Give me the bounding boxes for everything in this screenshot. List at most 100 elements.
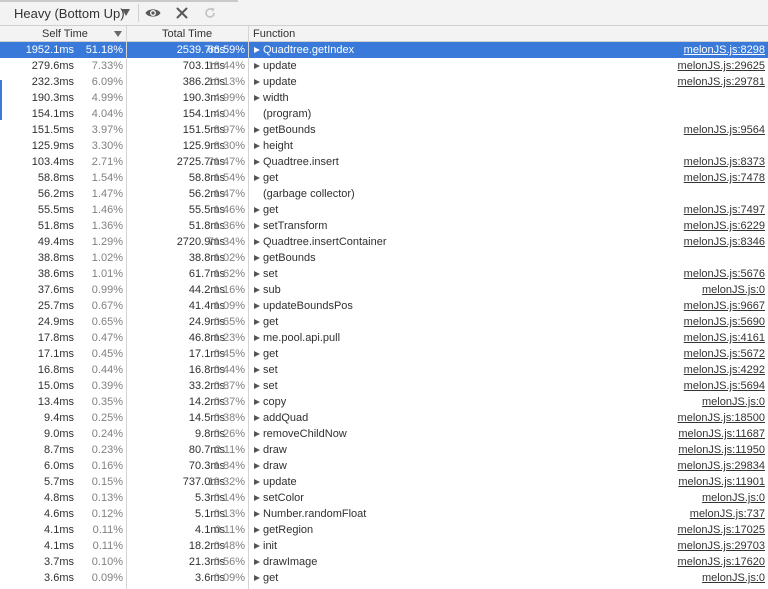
table-row[interactable]: 9.0ms 0.24% 9.8ms 0.26% removeChildNow melonJ… <box>0 426 768 442</box>
table-row[interactable]: 17.1ms 0.45% 17.1ms 0.45% get melonJS.js:5672 <box>0 346 768 362</box>
table-row[interactable]: 13.4ms 0.35% 14.2ms 0.37% copy melonJS.js:0 <box>0 394 768 410</box>
expand-triangle-icon[interactable] <box>254 575 260 581</box>
expand-triangle-icon[interactable] <box>254 63 260 69</box>
table-row[interactable]: 55.5ms 1.46% 55.5ms 1.46% get melonJS.js:7497 <box>0 202 768 218</box>
table-row[interactable]: 58.8ms 1.54% 58.8ms 1.54% get melonJS.js:7478 <box>0 170 768 186</box>
expand-triangle-icon[interactable] <box>254 511 260 517</box>
table-row[interactable]: 8.7ms 0.23% 80.7ms 2.11% draw melonJS.js:1195… <box>0 442 768 458</box>
source-link[interactable]: melonJS.js:29703 <box>678 538 765 554</box>
expand-triangle-icon[interactable] <box>254 495 260 501</box>
source-link[interactable]: melonJS.js:8373 <box>684 154 765 170</box>
expand-triangle-icon[interactable] <box>254 239 260 245</box>
table-row[interactable]: 17.8ms 0.47% 46.8ms 1.23% me.pool.api.pull me… <box>0 330 768 346</box>
source-link[interactable]: melonJS.js:6229 <box>684 218 765 234</box>
expand-triangle-icon[interactable] <box>254 79 260 85</box>
table-row[interactable]: 151.5ms 3.97% 151.5ms 3.97% getBounds melonJS… <box>0 122 768 138</box>
expand-triangle-icon[interactable] <box>254 255 260 261</box>
expand-triangle-icon[interactable] <box>254 159 260 165</box>
expand-triangle-icon[interactable] <box>254 543 260 549</box>
source-link[interactable]: melonJS.js:17025 <box>678 522 765 538</box>
source-link[interactable]: melonJS.js:0 <box>702 394 765 410</box>
source-link[interactable]: melonJS.js:5672 <box>684 346 765 362</box>
table-row[interactable]: 5.7ms 0.15% 737.0ms 19.32% update melonJS.js:… <box>0 474 768 490</box>
table-row[interactable]: 24.9ms 0.65% 24.9ms 0.65% get melonJS.js:5690 <box>0 314 768 330</box>
expand-triangle-icon[interactable] <box>254 527 260 533</box>
table-row[interactable]: 6.0ms 0.16% 70.3ms 1.84% draw melonJS.js:2983… <box>0 458 768 474</box>
expand-triangle-icon[interactable] <box>254 383 260 389</box>
expand-triangle-icon[interactable] <box>254 479 260 485</box>
expand-triangle-icon[interactable] <box>254 431 260 437</box>
source-link[interactable]: melonJS.js:18500 <box>678 410 765 426</box>
table-row[interactable]: 103.4ms 2.71% 2725.7ms 71.47% Quadtree.inser… <box>0 154 768 170</box>
expand-triangle-icon[interactable] <box>254 399 260 405</box>
table-row[interactable]: 154.1ms 4.04% 154.1ms 4.04% (program) <box>0 106 768 122</box>
table-row[interactable]: 232.3ms 6.09% 386.2ms 10.13% update melonJS.j… <box>0 74 768 90</box>
source-link[interactable]: melonJS.js:17620 <box>678 554 765 570</box>
expand-triangle-icon[interactable] <box>254 447 260 453</box>
table-row[interactable]: 3.7ms 0.10% 21.3ms 0.56% drawImage melonJS.js… <box>0 554 768 570</box>
total-time-header[interactable]: Total Time <box>162 28 212 40</box>
source-link[interactable]: melonJS.js:4292 <box>684 362 765 378</box>
expand-triangle-icon[interactable] <box>254 351 260 357</box>
source-link[interactable]: melonJS.js:11687 <box>678 426 765 442</box>
expand-triangle-icon[interactable] <box>254 319 260 325</box>
source-link[interactable]: melonJS.js:7478 <box>684 170 765 186</box>
table-row[interactable]: 49.4ms 1.29% 2720.9ms 71.34% Quadtree.insert… <box>0 234 768 250</box>
expand-triangle-icon[interactable] <box>254 463 260 469</box>
table-row[interactable]: 1952.1ms 51.18% 2539.7ms 66.59% Quadtree.get… <box>0 42 768 58</box>
table-row[interactable]: 4.1ms 0.11% 18.2ms 0.48% init melonJS.js:2970… <box>0 538 768 554</box>
table-row[interactable]: 279.6ms 7.33% 703.1ms 18.44% update melonJS.j… <box>0 58 768 74</box>
source-link[interactable]: melonJS.js:29834 <box>678 458 765 474</box>
expand-triangle-icon[interactable] <box>254 127 260 133</box>
table-row[interactable]: 9.4ms 0.25% 14.5ms 0.38% addQuad melonJS.js:1… <box>0 410 768 426</box>
expand-triangle-icon[interactable] <box>254 559 260 565</box>
source-link[interactable]: melonJS.js:29781 <box>678 74 765 90</box>
source-link[interactable]: melonJS.js:737 <box>690 506 765 522</box>
expand-triangle-icon[interactable] <box>254 303 260 309</box>
expand-triangle-icon[interactable] <box>254 207 260 213</box>
expand-triangle-icon[interactable] <box>254 47 260 53</box>
view-mode-select[interactable]: Heavy (Bottom Up) <box>14 6 125 21</box>
table-row[interactable]: 190.3ms 4.99% 190.3ms 4.99% width <box>0 90 768 106</box>
expand-triangle-icon[interactable] <box>254 223 260 229</box>
source-link[interactable]: melonJS.js:29625 <box>678 58 765 74</box>
table-row[interactable]: 15.0ms 0.39% 33.2ms 0.87% set melonJS.js:5694 <box>0 378 768 394</box>
expand-triangle-icon[interactable] <box>254 335 260 341</box>
table-row[interactable]: 125.9ms 3.30% 125.9ms 3.30% height <box>0 138 768 154</box>
self-time-header[interactable]: Self Time <box>42 28 88 40</box>
expand-triangle-icon[interactable] <box>254 95 260 101</box>
source-link[interactable]: melonJS.js:9667 <box>684 298 765 314</box>
source-link[interactable]: melonJS.js:4161 <box>684 330 765 346</box>
function-header[interactable]: Function <box>253 28 295 40</box>
chevron-down-icon[interactable] <box>122 9 130 16</box>
source-link[interactable]: melonJS.js:0 <box>702 490 765 506</box>
sort-descending-icon[interactable] <box>114 31 122 37</box>
table-row[interactable]: 37.6ms 0.99% 44.2ms 1.16% sub melonJS.js:0 <box>0 282 768 298</box>
source-link[interactable]: melonJS.js:11950 <box>678 442 765 458</box>
source-link[interactable]: melonJS.js:8298 <box>684 42 765 58</box>
table-row[interactable]: 16.8ms 0.44% 16.8ms 0.44% set melonJS.js:4292 <box>0 362 768 378</box>
expand-triangle-icon[interactable] <box>254 415 260 421</box>
table-row[interactable]: 38.8ms 1.02% 38.8ms 1.02% getBounds <box>0 250 768 266</box>
source-link[interactable]: melonJS.js:5676 <box>684 266 765 282</box>
eye-icon[interactable] <box>145 7 161 19</box>
source-link[interactable]: melonJS.js:8346 <box>684 234 765 250</box>
table-row[interactable]: 51.8ms 1.36% 51.8ms 1.36% setTransform melonJ… <box>0 218 768 234</box>
expand-triangle-icon[interactable] <box>254 287 260 293</box>
table-row[interactable]: 3.6ms 0.09% 3.6ms 0.09% get melonJS.js:0 <box>0 570 768 586</box>
source-link[interactable]: melonJS.js:7497 <box>684 202 765 218</box>
source-link[interactable]: melonJS.js:5694 <box>684 378 765 394</box>
table-row[interactable]: 56.2ms 1.47% 56.2ms 1.47% (garbage collector… <box>0 186 768 202</box>
reload-icon[interactable] <box>203 6 217 20</box>
source-link[interactable]: melonJS.js:5690 <box>684 314 765 330</box>
expand-triangle-icon[interactable] <box>254 367 260 373</box>
table-row[interactable]: 4.8ms 0.13% 5.3ms 0.14% setColor melonJS.js:0 <box>0 490 768 506</box>
close-icon[interactable] <box>175 6 189 20</box>
source-link[interactable]: melonJS.js:9564 <box>684 122 765 138</box>
table-row[interactable]: 38.6ms 1.01% 61.7ms 1.62% set melonJS.js:5676 <box>0 266 768 282</box>
table-row[interactable]: 4.1ms 0.11% 4.1ms 0.11% getRegion melonJS.js:… <box>0 522 768 538</box>
expand-triangle-icon[interactable] <box>254 175 260 181</box>
source-link[interactable]: melonJS.js:0 <box>702 570 765 586</box>
source-link[interactable]: melonJS.js:11901 <box>678 474 765 490</box>
expand-triangle-icon[interactable] <box>254 143 260 149</box>
